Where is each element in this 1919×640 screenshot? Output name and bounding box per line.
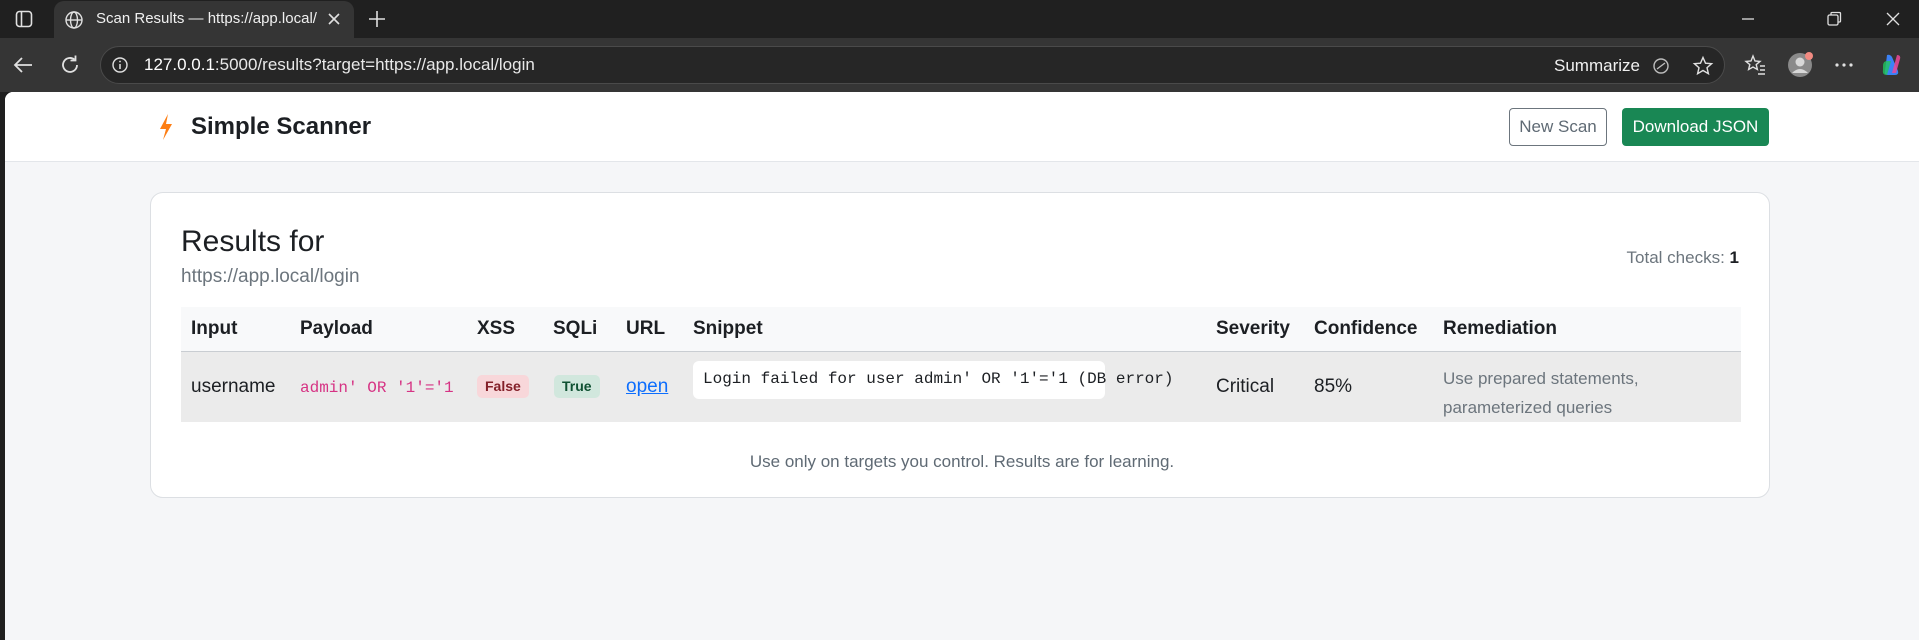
total-checks: Total checks: 1 <box>1627 248 1739 268</box>
footer-note: Use only on targets you control. Results… <box>749 452 1175 471</box>
brand-name[interactable]: Simple Scanner <box>191 113 371 141</box>
minimize-icon[interactable] <box>1737 8 1759 30</box>
globe-icon <box>65 11 83 29</box>
column-header-snippet: Snippet <box>693 318 763 339</box>
copilot-small-icon[interactable] <box>1650 55 1672 77</box>
reload-icon[interactable] <box>57 52 83 78</box>
column-header-severity: Severity <box>1216 318 1290 339</box>
column-header-url: URL <box>626 318 666 339</box>
site-info-icon[interactable] <box>111 56 129 74</box>
table-header: Input Payload XSS SQLi URL Snippet Sever… <box>181 307 1741 352</box>
summarize-button[interactable]: Summarize <box>1554 56 1640 76</box>
address-bar[interactable]: 127.0.0.1:5000/results?target=https://ap… <box>100 46 1725 84</box>
results-target-url: https://app.local/login <box>181 266 360 287</box>
cell-snippet: Login failed for user admin' OR '1'='1 (… <box>693 361 1173 399</box>
sqli-status-badge: True <box>554 375 600 398</box>
lightning-bolt-icon <box>160 114 172 140</box>
tab-title: Scan Results — https://app.local/l <box>96 10 318 27</box>
open-url-link[interactable]: open <box>626 376 668 398</box>
cell-confidence: 85% <box>1314 376 1353 397</box>
total-checks-label: Total checks: <box>1626 248 1725 267</box>
close-tab-icon[interactable] <box>324 9 344 29</box>
browser-tab-bar: Scan Results — https://app.local/l <box>0 0 1919 38</box>
column-header-confidence: Confidence <box>1314 318 1418 339</box>
profile-avatar-icon[interactable] <box>1786 51 1814 79</box>
column-header-sqli: SQLi <box>553 318 598 339</box>
results-table: Input Payload XSS SQLi URL Snippet Sever… <box>181 307 1741 422</box>
column-header-input: Input <box>191 318 238 339</box>
cell-input: username <box>191 376 276 397</box>
browser-toolbar: 127.0.0.1:5000/results?target=https://ap… <box>0 38 1919 92</box>
tab-actions-icon[interactable] <box>14 9 34 29</box>
column-header-xss: XSS <box>477 318 516 339</box>
close-window-icon[interactable] <box>1882 8 1904 30</box>
page-viewport: Simple Scanner New Scan Download JSON Re… <box>5 92 1919 640</box>
cell-payload: admin' OR '1'='1 <box>300 379 454 397</box>
copilot-icon[interactable] <box>1878 51 1906 79</box>
xss-status-badge: False <box>477 375 529 398</box>
total-checks-value: 1 <box>1729 248 1739 267</box>
column-header-payload: Payload <box>300 318 373 339</box>
table-row: username admin' OR '1'='1 False True ope… <box>181 352 1741 422</box>
url-host: 127.0.0.1 <box>144 55 215 74</box>
more-menu-icon[interactable] <box>1830 51 1858 79</box>
favorite-star-icon[interactable] <box>1692 55 1714 77</box>
results-title: Results for <box>181 225 325 258</box>
restore-icon[interactable] <box>1823 8 1845 30</box>
page-header: Simple Scanner New Scan Download JSON <box>5 92 1919 162</box>
back-icon[interactable] <box>11 52 37 78</box>
download-json-button[interactable]: Download JSON <box>1622 108 1769 146</box>
favorites-icon[interactable] <box>1741 51 1769 79</box>
new-scan-button[interactable]: New Scan <box>1509 108 1607 146</box>
cell-remediation: Use prepared statements, parameterized q… <box>1443 369 1639 417</box>
active-tab[interactable]: Scan Results — https://app.local/l <box>54 1 354 38</box>
column-header-remediation: Remediation <box>1443 318 1558 339</box>
new-tab-icon[interactable] <box>365 7 389 31</box>
url-text[interactable]: 127.0.0.1:5000/results?target=https://ap… <box>144 55 535 75</box>
cell-severity: Critical <box>1216 376 1275 397</box>
url-path: :5000/results?target=https://app.local/l… <box>214 55 535 74</box>
